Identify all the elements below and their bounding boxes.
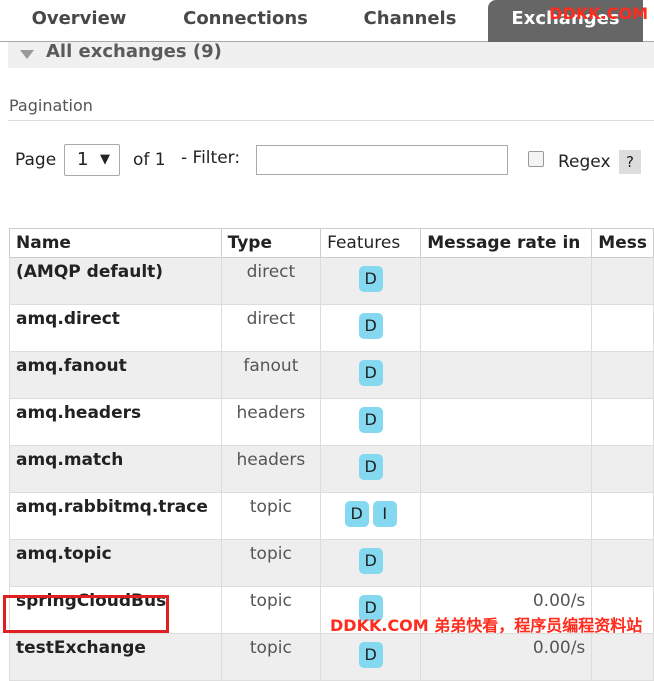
divider — [8, 120, 654, 121]
section-title: All exchanges (9) — [46, 41, 222, 62]
page-select-value: 1 — [77, 149, 89, 170]
exchange-name-link[interactable]: testExchange — [9, 633, 222, 681]
durable-badge: D — [358, 407, 383, 433]
rate-in — [420, 304, 593, 352]
durable-badge: D — [358, 642, 383, 668]
rate-out — [591, 492, 654, 540]
page-select[interactable]: 1 ▼ — [64, 144, 120, 176]
tab-channels[interactable]: Channels — [345, 0, 475, 42]
features-cell: DI — [320, 492, 422, 540]
table-row: amq.rabbitmq.trace topic DI — [9, 492, 654, 540]
durable-badge: D — [358, 360, 383, 386]
table-row: amq.match headers D — [9, 445, 654, 493]
table-row: amq.headers headers D — [9, 398, 654, 446]
pagination-heading: Pagination — [9, 96, 93, 115]
watermark-bottom: DDKK.COM 弟弟快看，程序员编程资料站 — [330, 616, 643, 635]
rate-in — [420, 257, 593, 305]
rate-out — [591, 445, 654, 493]
features-cell: D — [320, 257, 422, 305]
rate-in — [420, 492, 593, 540]
exchange-name-link[interactable]: amq.match — [9, 445, 222, 493]
exchange-type: topic — [220, 586, 322, 634]
tab-connections[interactable]: Connections — [168, 0, 323, 42]
column-header-name[interactable]: Name — [9, 228, 222, 258]
durable-badge: D — [358, 266, 383, 292]
rate-out — [591, 539, 654, 587]
internal-badge: I — [372, 501, 397, 527]
exchange-type: direct — [220, 257, 322, 305]
watermark-top: DDKK.COM — [549, 4, 648, 23]
caret-down-icon: ▼ — [100, 152, 110, 167]
rate-out — [591, 633, 654, 681]
highlight-box — [3, 595, 169, 633]
table-row: amq.direct direct D — [9, 304, 654, 352]
features-cell: D — [320, 633, 422, 681]
rate-in — [420, 445, 593, 493]
exchange-type: direct — [220, 304, 322, 352]
filter-input[interactable] — [256, 145, 508, 175]
exchange-name-link[interactable]: (AMQP default) — [9, 257, 222, 305]
rate-out — [591, 351, 654, 399]
features-cell: D — [320, 304, 422, 352]
exchange-type: headers — [220, 398, 322, 446]
exchange-type: topic — [220, 539, 322, 587]
regex-checkbox[interactable] — [528, 151, 544, 167]
tab-overview[interactable]: Overview — [14, 0, 144, 42]
page-label: Page — [15, 150, 57, 170]
filter-label: - Filter: — [181, 148, 241, 168]
column-header-features[interactable]: Features — [320, 228, 422, 258]
exchange-name-link[interactable]: amq.direct — [9, 304, 222, 352]
durable-badge: D — [358, 454, 383, 480]
exchange-type: topic — [220, 633, 322, 681]
rate-out — [591, 257, 654, 305]
exchange-type: headers — [220, 445, 322, 493]
rate-in: 0.00/s — [420, 633, 593, 681]
collapse-triangle-icon — [20, 50, 34, 59]
column-header-type[interactable]: Type — [220, 228, 322, 258]
table-row: amq.topic topic D — [9, 539, 654, 587]
features-cell: D — [320, 539, 422, 587]
rate-in — [420, 351, 593, 399]
table-row: (AMQP default) direct D — [9, 257, 654, 305]
exchange-name-link[interactable]: amq.topic — [9, 539, 222, 587]
features-cell: D — [320, 351, 422, 399]
page-count-label: of 1 — [133, 150, 166, 170]
column-header-message-rate-out[interactable]: Mess — [591, 228, 654, 258]
table-row: amq.fanout fanout D — [9, 351, 654, 399]
exchange-type: fanout — [220, 351, 322, 399]
durable-badge: D — [358, 313, 383, 339]
features-cell: D — [320, 398, 422, 446]
durable-badge: D — [358, 548, 383, 574]
table-row: testExchange topic D 0.00/s — [9, 633, 654, 681]
exchange-name-link[interactable]: amq.rabbitmq.trace — [9, 492, 222, 540]
section-toggle-all-exchanges[interactable]: All exchanges (9) — [8, 42, 654, 68]
column-header-message-rate-in[interactable]: Message rate in — [420, 228, 593, 258]
rate-out — [591, 304, 654, 352]
features-cell: D — [320, 445, 422, 493]
help-button[interactable]: ? — [619, 150, 641, 174]
regex-label: Regex — [558, 152, 611, 172]
rate-in — [420, 398, 593, 446]
exchange-type: topic — [220, 492, 322, 540]
table-header-row: Name Type Features Message rate in Mess — [9, 228, 654, 258]
exchange-name-link[interactable]: amq.headers — [9, 398, 222, 446]
rate-in — [420, 539, 593, 587]
rate-out — [591, 398, 654, 446]
durable-badge: D — [344, 501, 369, 527]
exchange-name-link[interactable]: amq.fanout — [9, 351, 222, 399]
